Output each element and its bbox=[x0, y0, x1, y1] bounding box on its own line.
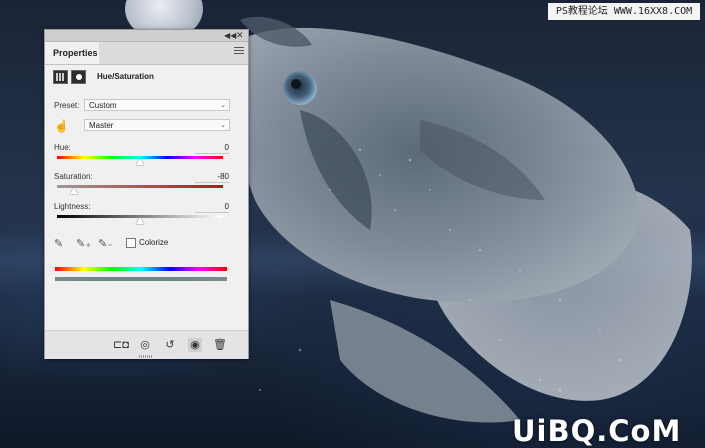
colorize-checkbox[interactable] bbox=[126, 238, 136, 248]
hue-label: Hue: bbox=[54, 143, 71, 152]
hue-value-field[interactable]: 0 bbox=[195, 143, 229, 154]
panel-footer: ⊏◘ ◎ ↺ ◉ 🗑 bbox=[45, 330, 248, 359]
panel-tab-strip: Properties bbox=[45, 42, 248, 65]
preset-label: Preset: bbox=[54, 101, 80, 110]
reset-icon[interactable]: ↺ bbox=[163, 338, 177, 352]
chevron-down-icon: ⌄ bbox=[220, 102, 226, 109]
double-chevron-left-icon[interactable]: ◀◀ bbox=[224, 30, 236, 41]
panel-title-bar[interactable]: ◀◀ ✕ bbox=[45, 30, 248, 42]
saturation-value-field[interactable]: -80 bbox=[195, 172, 229, 183]
eyedropper-icon[interactable]: ✎ bbox=[54, 237, 68, 251]
layer-mask-icon[interactable] bbox=[71, 70, 86, 84]
saturation-slider-track[interactable] bbox=[57, 185, 223, 188]
adjustment-layer-icon[interactable] bbox=[53, 70, 68, 84]
tab-properties[interactable]: Properties bbox=[45, 42, 99, 64]
channel-dropdown[interactable]: Master ⌄ bbox=[84, 119, 230, 131]
lightness-slider-thumb[interactable] bbox=[136, 217, 144, 224]
fish-eye bbox=[283, 71, 317, 105]
watermark-top: PS教程论坛 WWW.16XX8.COM bbox=[548, 3, 700, 20]
fish-body bbox=[232, 27, 640, 303]
clip-to-layer-icon[interactable]: ⊏◘ bbox=[113, 338, 129, 352]
preset-value: Custom bbox=[89, 101, 117, 110]
watermark-bottom: UiBQ.CoM bbox=[512, 414, 682, 448]
saturation-label: Saturation: bbox=[54, 172, 93, 181]
eye-icon[interactable]: ◉ bbox=[188, 338, 202, 352]
properties-panel: ◀◀ ✕ Properties Hue/Saturation Preset: C… bbox=[44, 29, 249, 359]
preset-dropdown[interactable]: Custom ⌄ bbox=[84, 99, 230, 111]
adjustment-title: Hue/Saturation bbox=[97, 72, 154, 81]
input-color-bar bbox=[55, 267, 227, 271]
view-previous-state-icon[interactable]: ◎ bbox=[138, 338, 152, 352]
output-color-bar bbox=[55, 277, 227, 281]
lightness-label: Lightness: bbox=[54, 202, 91, 211]
panel-menu-icon[interactable] bbox=[234, 47, 244, 55]
trash-icon[interactable]: 🗑 bbox=[213, 338, 227, 352]
eyedropper-plus-icon[interactable]: ✎₊ bbox=[76, 237, 91, 251]
eyedropper-minus-icon[interactable]: ✎₋ bbox=[98, 237, 113, 251]
colorize-label: Colorize bbox=[139, 238, 169, 247]
channel-value: Master bbox=[89, 121, 114, 130]
hue-slider-thumb[interactable] bbox=[136, 158, 144, 165]
lightness-value-field[interactable]: 0 bbox=[195, 202, 229, 213]
targeted-adjustment-hand-icon[interactable]: ☝ bbox=[54, 119, 70, 133]
resize-grip[interactable] bbox=[139, 355, 153, 358]
close-icon[interactable]: ✕ bbox=[236, 30, 244, 41]
chevron-down-icon: ⌄ bbox=[220, 122, 226, 129]
saturation-slider-thumb[interactable] bbox=[69, 187, 78, 194]
